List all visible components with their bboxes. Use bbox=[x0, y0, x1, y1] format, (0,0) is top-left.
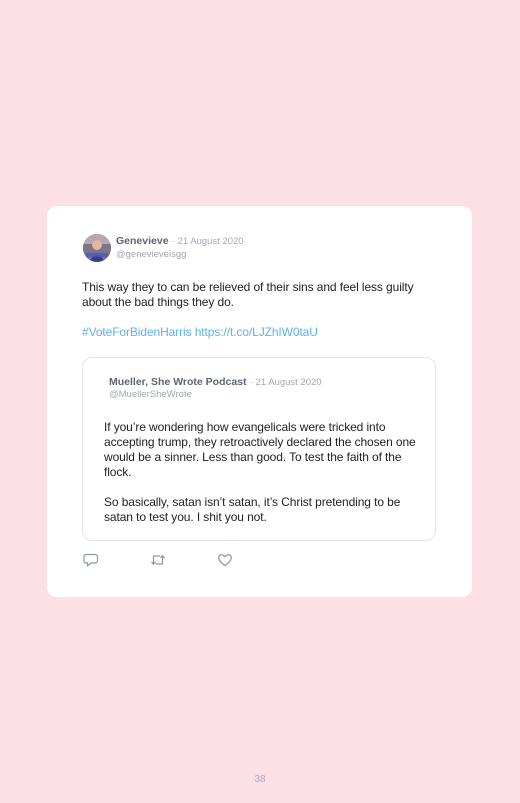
author-line: Genevieve · 21 August 2020 bbox=[116, 235, 244, 247]
separator: · bbox=[171, 236, 175, 247]
tweet-links: #VoteForBidenHarris https://t.co/LJZhIW0… bbox=[82, 325, 318, 340]
retweet-icon[interactable] bbox=[150, 552, 166, 568]
author-handle[interactable]: @genevieveisgg bbox=[116, 249, 186, 260]
tweet-text: This way they to can be relieved of thei… bbox=[82, 280, 414, 309]
hashtag-link[interactable]: #VoteForBidenHarris bbox=[82, 325, 192, 339]
quoted-tweet-text: If you’re wondering how evangelicals wer… bbox=[104, 420, 419, 525]
quoted-author-name[interactable]: Mueller, She Wrote Podcast bbox=[109, 376, 247, 388]
tweet-card: Genevieve · 21 August 2020 @genevieveisg… bbox=[47, 206, 472, 597]
avatar[interactable] bbox=[83, 234, 111, 262]
reply-icon[interactable] bbox=[83, 552, 99, 568]
quoted-paragraph: If you’re wondering how evangelicals wer… bbox=[104, 420, 416, 479]
quoted-paragraph: So basically, satan isn’t satan, it’s Ch… bbox=[104, 495, 401, 524]
separator: · bbox=[249, 377, 253, 388]
heart-icon[interactable] bbox=[217, 552, 233, 568]
tweet-date[interactable]: 21 August 2020 bbox=[178, 236, 244, 247]
url-link[interactable]: https://t.co/LJZhIW0taU bbox=[195, 325, 318, 339]
page-number: 38 bbox=[254, 774, 266, 785]
quoted-author-handle[interactable]: @MuellerSheWrote bbox=[109, 389, 192, 400]
avatar-image bbox=[83, 234, 111, 262]
quoted-tweet-date[interactable]: 21 August 2020 bbox=[256, 377, 322, 388]
author-name[interactable]: Genevieve bbox=[116, 235, 169, 247]
quoted-tweet[interactable]: Mueller, She Wrote Podcast · 21 August 2… bbox=[82, 357, 436, 541]
quoted-author-line: Mueller, She Wrote Podcast · 21 August 2… bbox=[109, 376, 322, 388]
